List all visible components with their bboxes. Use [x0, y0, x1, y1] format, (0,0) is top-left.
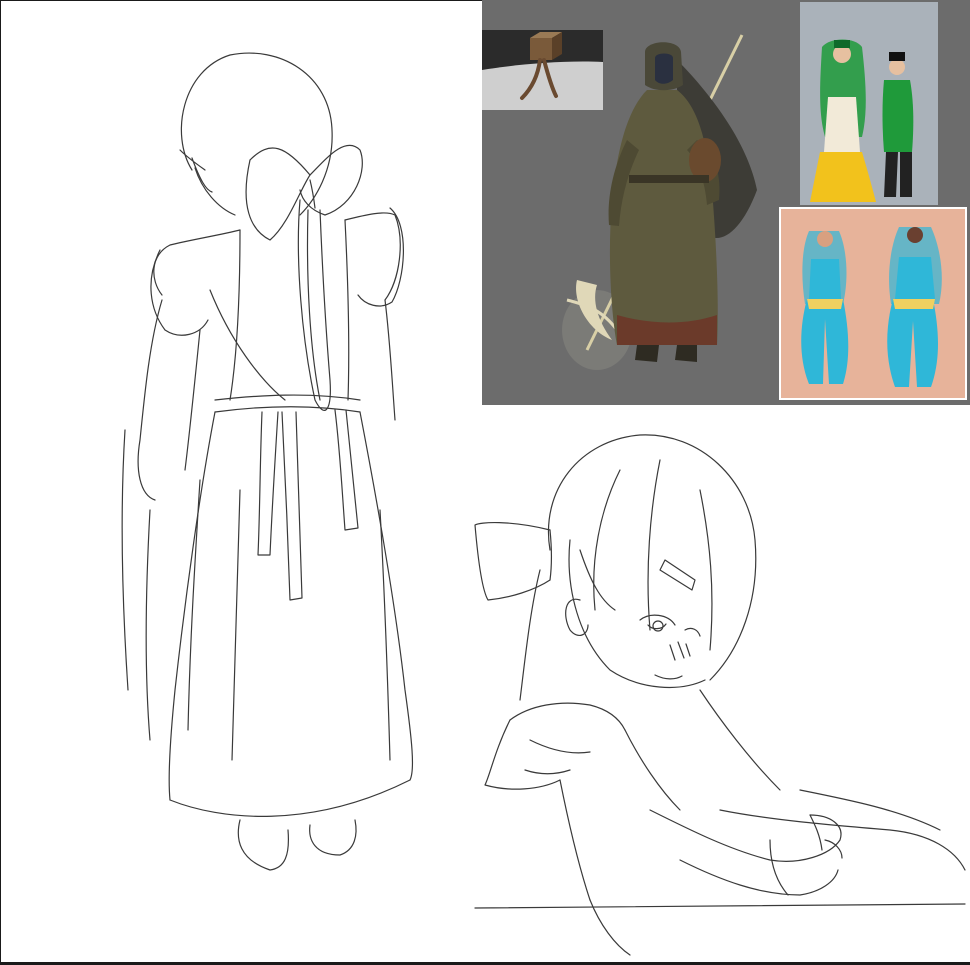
- belly-dancer-photo-icon: [781, 209, 965, 398]
- reference-photo-dancers[interactable]: [779, 207, 967, 400]
- folk-costume-photo-icon: [800, 2, 938, 205]
- hooded-reaper-icon[interactable]: [557, 30, 777, 380]
- reference-photo-folk-costume[interactable]: [800, 2, 938, 205]
- sketch-figure-back-icon: [121, 52, 414, 871]
- drawing-canvas[interactable]: [0, 0, 970, 965]
- reference-panel[interactable]: [482, 0, 970, 405]
- canvas-border-left: [0, 0, 1, 965]
- sketch-figure-front-icon: [474, 434, 966, 956]
